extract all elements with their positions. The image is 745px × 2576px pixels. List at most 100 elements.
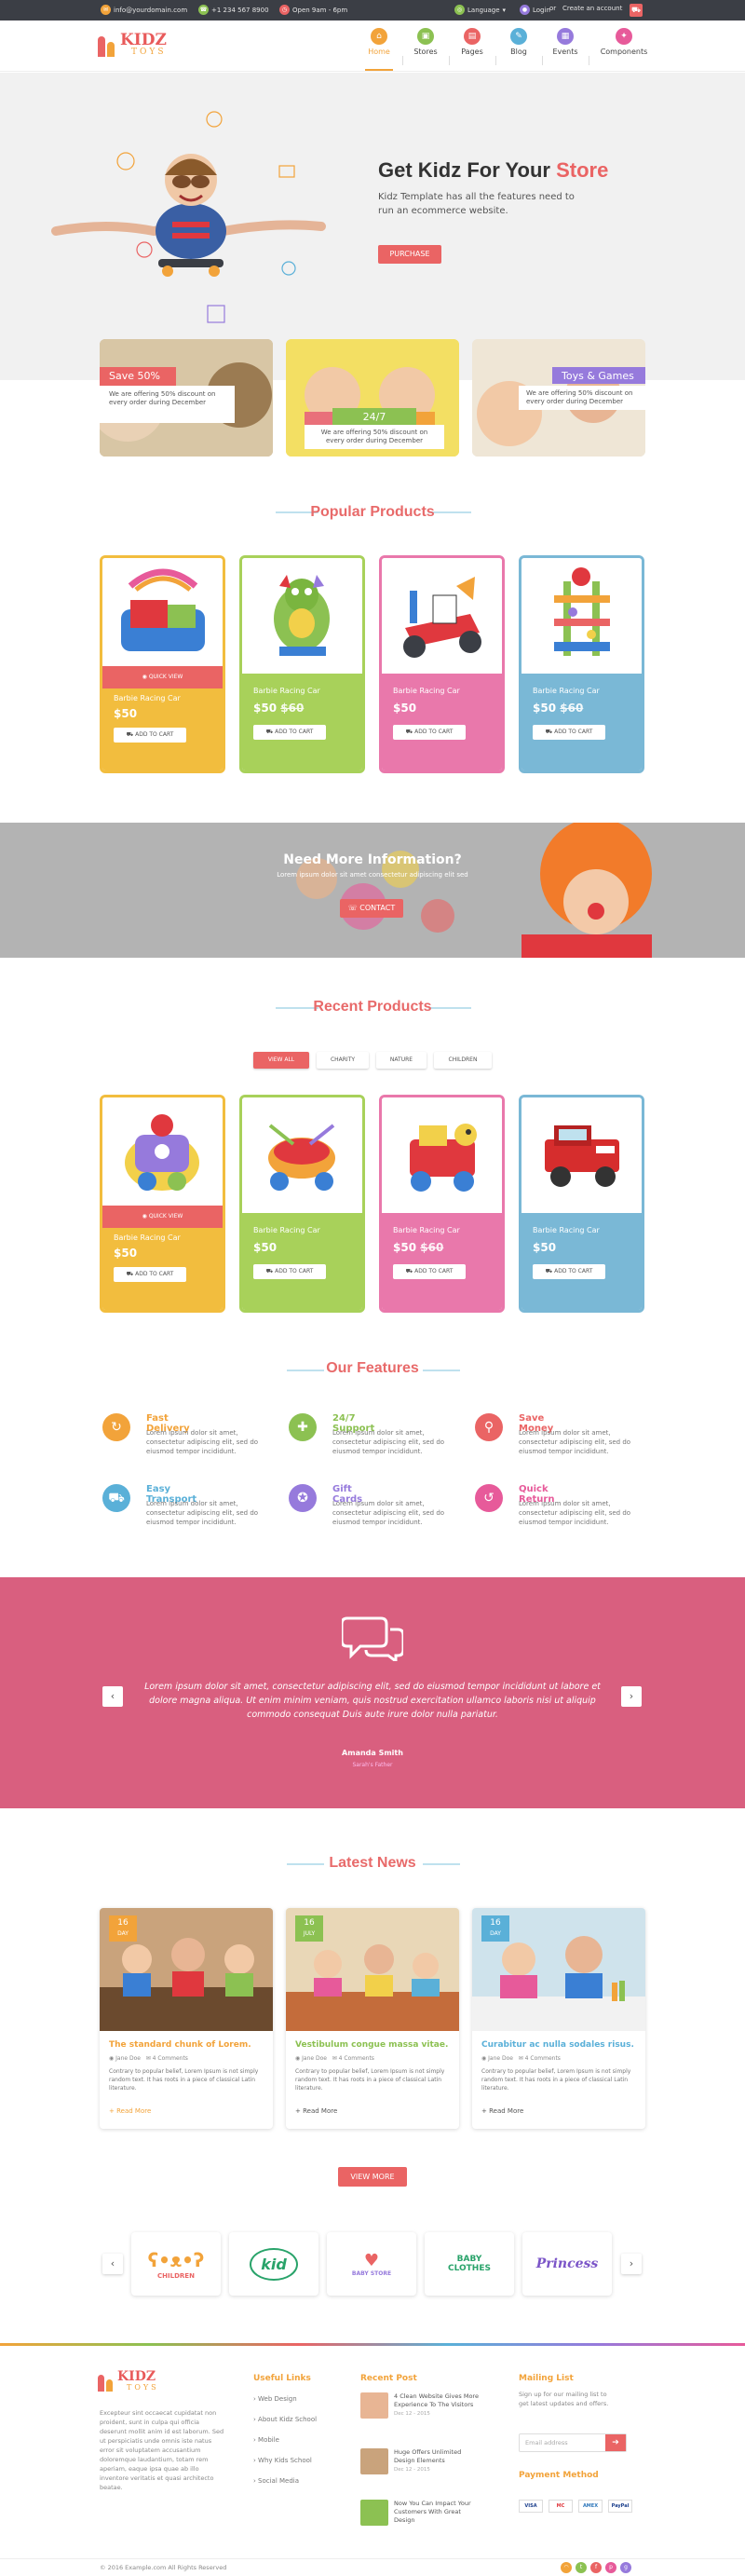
footer-link[interactable]: › Social Media [253,2471,317,2491]
promo-card-toys[interactable]: Toys & Games We are offering 50% discoun… [472,339,645,457]
news-title[interactable]: Curabitur ac nulla sodales risus. [481,2040,634,2050]
product-name: Barbie Racing Car [114,1233,181,1242]
visa-icon: VISA [519,2500,543,2513]
copyright: © 2016 Example.com All Rights Reserved [100,2564,227,2571]
footer-link[interactable]: › About Kidz School [253,2409,317,2430]
tab-children[interactable]: CHILDREN [434,1052,492,1069]
news-card[interactable]: 16 DAY The standard chunk of Lorem. ◉ Jan… [100,1908,273,2129]
promo-title: 24/7 Support [332,408,416,435]
product-card[interactable]: Barbie Racing Car $50 $60 ⛟ ADD TO CART [379,1095,505,1313]
subscribe-arrow-icon[interactable]: ➔ [605,2434,626,2451]
login-link[interactable]: ● Login [520,5,550,15]
google-icon[interactable]: g [620,2562,631,2573]
add-to-cart-button[interactable]: ⛟ ADD TO CART [393,1264,466,1279]
promo-title: Toys & Games [552,367,645,384]
nav-pages[interactable]: ▤ Pages [456,28,488,56]
eye-icon: ◉ [142,674,149,680]
quick-view-button[interactable]: ◉ QUICK VIEW [102,1206,223,1228]
tab-view-all[interactable]: VIEW ALL [253,1052,309,1069]
footer-link[interactable]: › Why Kids School [253,2450,317,2471]
brand-logo-baby-store[interactable]: ♥ BABY STORE [327,2232,416,2296]
add-to-cart-button[interactable]: ⛟ ADD TO CART [114,728,186,743]
nav-home[interactable]: ⌂ Home [363,28,395,56]
add-to-cart-button[interactable]: ⛟ ADD TO CART [533,725,605,740]
news-card[interactable]: 16 DAY Curabitur ac nulla sodales risus. … [472,1908,645,2129]
contact-button[interactable]: ☏ CONTACT [340,899,403,918]
nav-events[interactable]: ▦ Events [549,28,581,56]
brand-logo-princess[interactable]: Princess [522,2232,612,2296]
nav-stores[interactable]: ▣ Stores [410,28,441,56]
read-more-link[interactable]: + Read More [295,2107,337,2115]
footer-link[interactable]: › Web Design [253,2389,317,2409]
add-to-cart-button[interactable]: ⛟ ADD TO CART [533,1264,605,1279]
clock-icon: ◷ [279,5,290,15]
read-more-link[interactable]: + Read More [109,2107,151,2115]
date-badge: 16 DAY [109,1915,137,1942]
read-more-link[interactable]: + Read More [481,2107,523,2115]
email-field[interactable]: Email address ➔ [519,2433,627,2452]
nav-components[interactable]: ✦ Components [596,28,652,56]
feature-desc: Lorem ipsum dolor sit amet, consectetur … [332,1429,445,1455]
nav-blog[interactable]: ✎ Blog [503,28,535,56]
news-title[interactable]: The standard chunk of Lorem. [109,2040,251,2050]
site-logo[interactable]: KIDZ TOYS [98,33,167,57]
add-to-cart-button[interactable]: ⛟ ADD TO CART [253,725,326,740]
recent-products-heading: Recent Products [313,999,432,1015]
product-name: Barbie Racing Car [253,687,320,695]
promo-text: We are offering 50% discount on every or… [305,425,444,449]
quick-view-button[interactable]: ◉ QUICK VIEW [102,666,223,688]
add-to-cart-button[interactable]: ⛟ ADD TO CART [253,1264,326,1279]
product-card[interactable]: ◉ QUICK VIEW Barbie Racing Car $50 ⛟ ADD… [100,1095,225,1313]
brand-logo-children[interactable]: ʕ•ᴥ•ʔ CHILDREN [131,2232,221,2296]
purchase-button[interactable]: PURCHASE [378,245,441,264]
news-title[interactable]: Vestibulum congue massa vitae. [295,2040,448,2050]
next-arrow-button[interactable]: › [621,1686,642,1707]
brands-next-button[interactable]: › [621,2254,642,2274]
create-account-link[interactable]: Create an account [562,5,622,12]
language-selector[interactable]: ◎ Language ▾ [454,5,506,15]
news-card[interactable]: 16 JULY Vestibulum congue massa vitae. ◉ … [286,1908,459,2129]
product-name: Barbie Racing Car [533,1226,600,1234]
feature-desc: Lorem ipsum dolor sit amet, consectetur … [332,1500,445,1526]
footer-recent-post-heading: Recent Post [360,2374,417,2383]
pinterest-icon[interactable]: p [605,2562,616,2573]
news-desc: Contrary to popular belief, Lorem Ipsum … [109,2068,259,2092]
cart-icon[interactable]: ⛟ [630,4,643,17]
popular-products-heading: Popular Products [310,504,435,520]
flying-kid-illustration [51,111,326,323]
prev-arrow-button[interactable]: ‹ [102,1686,123,1707]
promo-card-support[interactable]: 24/7 Support We are offering 50% discoun… [286,339,459,457]
product-card[interactable]: Barbie Racing Car $50 $60 ⛟ ADD TO CART [519,555,644,773]
brands-prev-button[interactable]: ‹ [102,2254,123,2274]
product-card[interactable]: ◉ QUICK VIEW Barbie Racing Car $50 ⛟ ADD… [100,555,225,773]
news-meta: ◉ Jane Doe ✉ 4 Comments [295,2055,374,2062]
news-meta: ◉ Jane Doe ✉ 4 Comments [481,2055,561,2062]
product-card[interactable]: Barbie Racing Car $50 ⛟ ADD TO CART [519,1095,644,1313]
tab-charity[interactable]: CHARITY [317,1052,369,1069]
add-to-cart-button[interactable]: ⛟ ADD TO CART [114,1267,186,1282]
brand-logo-baby-clothes[interactable]: BABY CLOTHES [425,2232,514,2296]
footer-link[interactable]: › Mobile [253,2430,317,2450]
product-card[interactable]: Barbie Racing Car $50 ⛟ ADD TO CART [379,555,505,773]
product-price: $50 [114,707,138,720]
home-icon: ⌂ [371,28,387,45]
email-contact[interactable]: ✉ info@yourdomain.com [101,5,187,15]
hero-title: Get Kidz For Your Store [378,158,609,182]
product-card[interactable]: Barbie Racing Car $50 ⛟ ADD TO CART [239,1095,365,1313]
facebook-icon[interactable]: f [590,2562,602,2573]
add-to-cart-button[interactable]: ⛟ ADD TO CART [393,725,466,740]
feature-desc: Lorem ipsum dolor sit amet, consectetur … [146,1500,259,1526]
promo-card-save[interactable]: Save 50% We are offering 50% discount on… [100,339,273,457]
twitter-icon[interactable]: t [576,2562,587,2573]
rss-icon[interactable]: ◠ [561,2562,572,2573]
post-thumb [360,2448,388,2474]
tab-nature[interactable]: NATURE [376,1052,427,1069]
product-card[interactable]: Barbie Racing Car $50 $60 ⛟ ADD TO CART [239,555,365,773]
cart-icon: ⛟ [126,1271,136,1277]
phone-icon: ☎ [198,5,209,15]
view-more-button[interactable]: VIEW MORE [338,2167,407,2187]
brand-logo-kid[interactable]: kid [229,2232,318,2296]
feature-desc: Lorem ipsum dolor sit amet, consectetur … [519,1429,631,1455]
footer-logo[interactable]: KIDZ TOYS [98,2370,159,2392]
footer-payment-heading: Payment Method [519,2471,599,2480]
